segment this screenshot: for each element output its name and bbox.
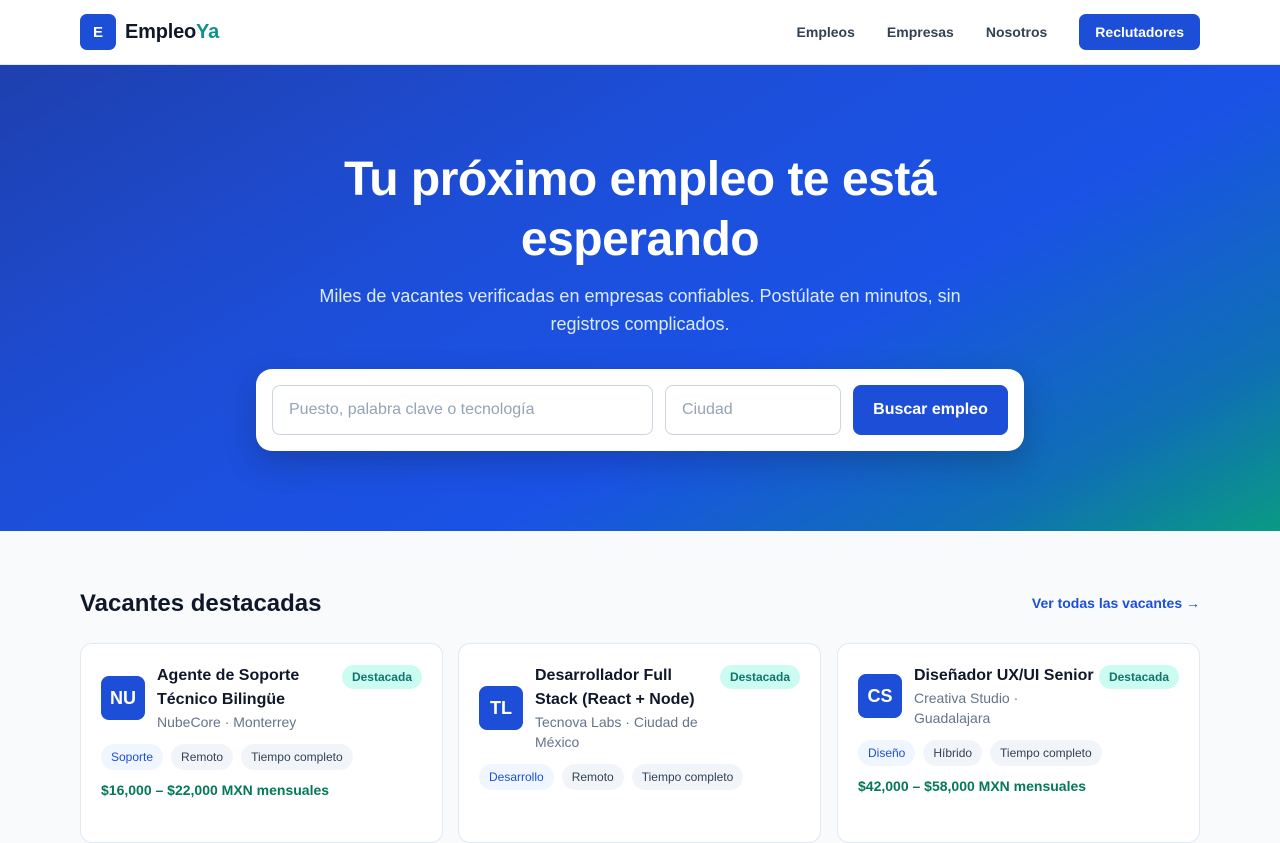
city-search-input[interactable] <box>665 385 841 435</box>
featured-badge: Destacada <box>341 665 422 689</box>
job-tag-category: Desarrollo <box>479 764 554 790</box>
job-title[interactable]: Agente de Soporte Técnico Bilingüe <box>157 664 317 712</box>
job-title[interactable]: Desarrollador Full Stack (React + Node) <box>535 664 695 712</box>
nav-link-empresas[interactable]: Empresas <box>887 24 954 40</box>
job-company-location: Tecnova Labs · Ciudad de México <box>535 714 698 750</box>
job-tag-category: Diseño <box>858 740 916 766</box>
company-logo-avatar: TL <box>479 686 523 730</box>
job-company-location: Creativa Studio · Guadalajara <box>914 690 1019 726</box>
nav-link-empleos[interactable]: Empleos <box>797 24 855 40</box>
job-salary: $16,000 – $22,000 MXN mensuales <box>101 782 330 798</box>
keyword-search-input[interactable] <box>272 385 653 435</box>
job-tag-schedule: Tiempo completo <box>241 744 353 770</box>
job-tags: Diseño Híbrido Tiempo completo <box>858 740 1102 766</box>
see-all-jobs-link[interactable]: Ver todas las vacantes → <box>1032 595 1200 611</box>
top-navigation-bar: E EmpleoYa Empleos Empresas Nosotros Rec… <box>0 0 1280 65</box>
job-card[interactable]: NU Agente de Soporte Técnico Bilingüe Nu… <box>80 643 443 843</box>
job-tag-schedule: Tiempo completo <box>631 764 744 790</box>
job-tag-modality: Remoto <box>171 744 234 770</box>
featured-jobs-heading: Vacantes destacadas <box>80 590 322 617</box>
featured-badge: Destacada <box>719 665 800 689</box>
brand-mark-icon: E <box>80 14 116 50</box>
main-nav: Empleos Empresas Nosotros Reclutadores <box>797 14 1200 50</box>
job-card[interactable]: CS Diseñador UX/UI Senior Creativa Studi… <box>837 643 1200 843</box>
recruiters-button[interactable]: Reclutadores <box>1079 14 1200 50</box>
hero-section: Tu próximo empleo te está esperando Mile… <box>0 65 1280 531</box>
nav-link-nosotros[interactable]: Nosotros <box>986 24 1047 40</box>
search-jobs-button[interactable]: Buscar empleo <box>853 385 1008 435</box>
brand-name-accent: Ya <box>196 20 220 43</box>
job-tags: Desarrollo Remoto Tiempo completo <box>479 764 744 790</box>
job-salary: $42,000 – $58,000 MXN mensuales <box>858 778 1087 794</box>
job-tag-category: Soporte <box>101 744 164 770</box>
company-logo-avatar: CS <box>858 674 902 718</box>
job-tags: Soporte Remoto Tiempo completo <box>101 744 353 770</box>
featured-badge: Destacada <box>1098 665 1179 689</box>
job-tag-schedule: Tiempo completo <box>990 740 1102 766</box>
company-logo-avatar: NU <box>101 676 145 720</box>
hero-title: Tu próximo empleo te está esperando <box>343 153 937 266</box>
hero-subtitle: Miles de vacantes verificadas en empresa… <box>319 286 961 334</box>
job-company-location: NubeCore · Monterrey <box>157 714 297 730</box>
job-card[interactable]: TL Desarrollador Full Stack (React + Nod… <box>458 643 821 843</box>
job-tag-modality: Remoto <box>561 764 624 790</box>
job-title[interactable]: Diseñador UX/UI Senior <box>914 664 1094 688</box>
brand-logo[interactable]: E EmpleoYa <box>80 14 219 50</box>
job-search-form: Buscar empleo <box>256 369 1024 451</box>
brand-name-main: Empleo <box>125 20 197 43</box>
brand-name: EmpleoYa <box>125 21 219 44</box>
job-tag-modality: Híbrido <box>923 740 983 766</box>
